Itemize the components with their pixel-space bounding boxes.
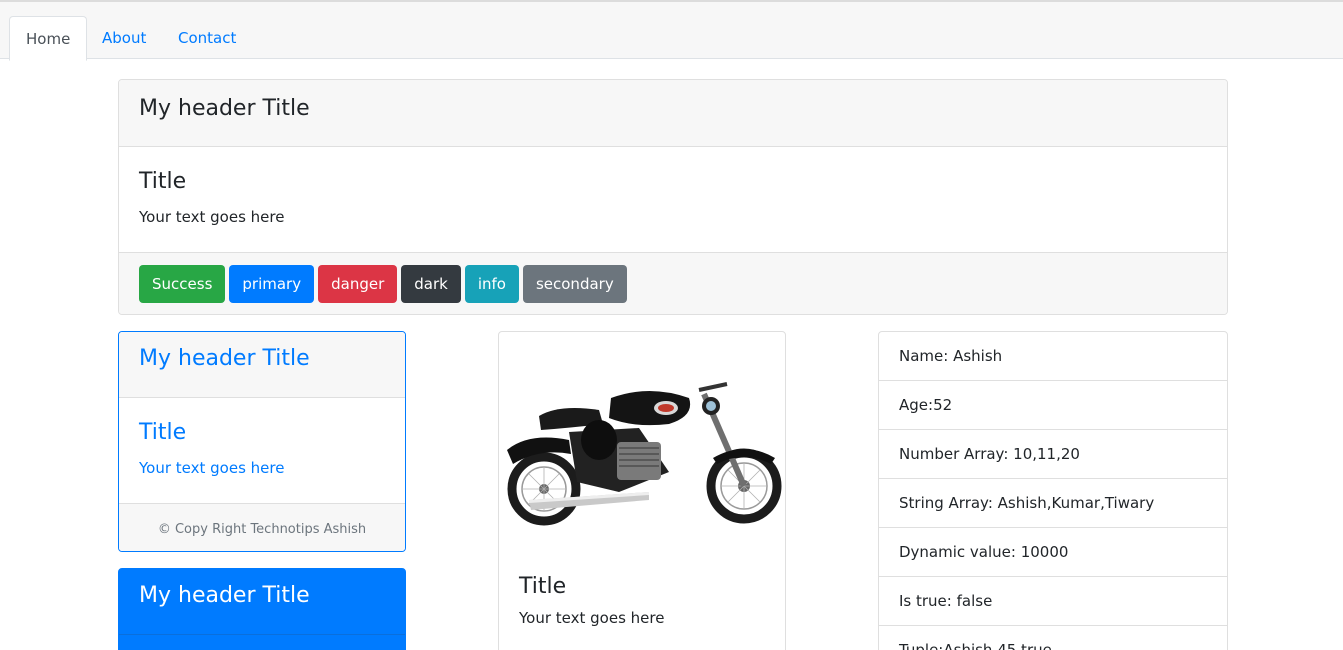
list-item-age: Age:52: [879, 381, 1227, 430]
solid-card: My header Title: [118, 568, 406, 650]
secondary-button[interactable]: secondary: [522, 265, 627, 303]
outline-card: My header Title Title Your text goes her…: [118, 331, 406, 552]
dark-button[interactable]: dark: [401, 265, 461, 303]
header-title: My header Title: [139, 96, 310, 121]
success-button[interactable]: Success: [139, 265, 226, 303]
tab-about[interactable]: About: [86, 16, 162, 61]
card-footer: © Copy Right Technotips Ashish: [119, 504, 405, 551]
list-item-string-array: String Array: Ashish,Kumar,Tiwary: [879, 479, 1227, 528]
card-title: Title: [139, 420, 187, 445]
list-item-number-array: Number Array: 10,11,20: [879, 430, 1227, 479]
list-item-tuple: Tuple:Ashish,45,true: [879, 626, 1227, 650]
card-header: My header Title: [119, 80, 1227, 147]
list-item-is-true: Is true: false: [879, 577, 1227, 626]
info-button[interactable]: info: [464, 265, 519, 303]
motorcycle-icon: [507, 382, 782, 526]
card-title: Title: [139, 169, 187, 194]
top-nav: Home About Contact: [0, 0, 1343, 61]
list-item-name: Name: Ashish: [879, 332, 1227, 381]
card-text: Your text goes here: [139, 459, 285, 477]
tab-contact[interactable]: Contact: [162, 16, 252, 61]
info-list: Name: Ashish Age:52 Number Array: 10,11,…: [878, 331, 1228, 650]
image-card: Title Your text goes here: [498, 331, 786, 650]
danger-button[interactable]: danger: [318, 265, 398, 303]
card-body: Title Your text goes here: [119, 147, 1227, 253]
card-body: Title Your text goes here: [119, 398, 405, 504]
tab-home[interactable]: Home: [9, 16, 88, 61]
list-item-dynamic-value: Dynamic value: 10000: [879, 528, 1227, 577]
card-header: My header Title: [119, 332, 405, 398]
main-card: My header Title Title Your text goes her…: [118, 79, 1228, 315]
card-title: Title: [519, 574, 567, 599]
header-title: My header Title: [139, 346, 310, 371]
card-body: Title Your text goes here: [499, 562, 785, 639]
card-header: My header Title: [119, 569, 405, 635]
header-title: My header Title: [139, 583, 310, 608]
motorcycle-image: [499, 332, 785, 562]
card-footer: Success primary danger dark info seconda…: [119, 253, 1227, 314]
primary-button[interactable]: primary: [229, 265, 315, 303]
card-text: Your text goes here: [139, 208, 285, 226]
card-text: Your text goes here: [519, 609, 665, 627]
